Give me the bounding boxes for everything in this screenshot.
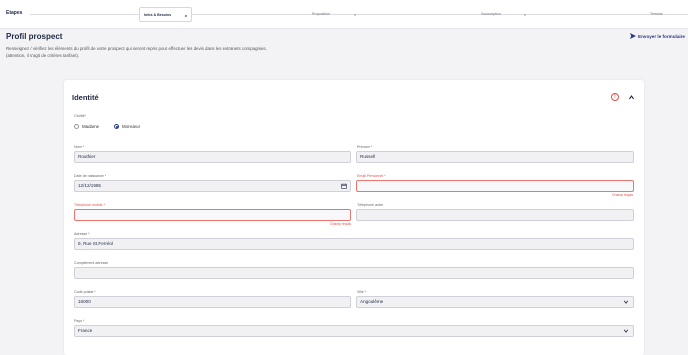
- step-termine[interactable]: Terminé: [646, 7, 688, 22]
- pays-select[interactable]: France: [74, 325, 634, 337]
- send-form-button[interactable]: Envoyer le formulaire: [630, 33, 685, 39]
- step-label: Proposition: [312, 12, 330, 16]
- close-icon[interactable]: x: [354, 7, 356, 22]
- stepper-bar: Etapes Infos & Besoins x Proposition x S…: [0, 0, 688, 29]
- adresse-field[interactable]: 9, Rue St.Ferréol: [74, 238, 634, 250]
- identity-card: Identité ! Civilité* Madame Monsieur Nom…: [64, 80, 644, 355]
- radio-monsieur[interactable]: Monsieur: [114, 124, 140, 129]
- close-icon[interactable]: x: [524, 7, 526, 22]
- step-label: Souscription: [481, 12, 501, 16]
- email-label: Email Personnel *: [357, 174, 386, 178]
- radio-madame-label: Madame: [82, 124, 100, 129]
- adresse-label: Adresse *: [74, 232, 90, 236]
- pays-label: Pays *: [74, 319, 85, 323]
- tel-mobile-error: Champ requis: [330, 222, 352, 226]
- date-naissance-label: Date de naissance *: [74, 174, 107, 178]
- step-label: Infos & Besoins: [144, 13, 172, 17]
- ville-select[interactable]: Angoulême: [356, 296, 634, 308]
- chevron-down-icon[interactable]: [623, 328, 629, 334]
- step-souscription[interactable]: Souscription x: [477, 7, 530, 22]
- civilite-label: Civilité*: [74, 114, 86, 118]
- date-naissance-value: 12/12/1985: [78, 183, 101, 188]
- step-proposition[interactable]: Proposition x: [308, 7, 360, 22]
- nom-label: Nom *: [74, 145, 84, 149]
- send-form-label: Envoyer le formulaire: [638, 33, 685, 39]
- chevron-up-icon[interactable]: [628, 94, 635, 101]
- step-label: Terminé: [650, 12, 663, 16]
- pays-value: France: [78, 328, 93, 333]
- step-infos-besoins[interactable]: Infos & Besoins x: [139, 7, 192, 22]
- card-title: Identité: [72, 93, 99, 102]
- chevron-down-icon[interactable]: [623, 299, 629, 305]
- complement-field[interactable]: [74, 267, 634, 279]
- radio-dot: [74, 124, 79, 129]
- radio-dot-selected: [114, 124, 119, 129]
- tel-autre-field[interactable]: [356, 209, 634, 221]
- calendar-icon[interactable]: [341, 183, 347, 189]
- ville-value: Angoulême: [360, 299, 384, 304]
- code-postal-field[interactable]: 16000: [74, 296, 351, 308]
- email-field[interactable]: [356, 180, 634, 192]
- alert-icon: !: [611, 93, 619, 101]
- page-title: Profil prospect: [6, 32, 63, 41]
- stepper-label: Etapes: [6, 10, 23, 16]
- send-icon: [630, 33, 637, 39]
- email-error: Champ requis: [612, 193, 634, 197]
- close-icon[interactable]: x: [185, 8, 187, 23]
- tel-mobile-label: Téléphone mobile *: [74, 203, 105, 207]
- tel-autre-label: Téléphone autre: [357, 203, 384, 207]
- nom-field[interactable]: Routhier: [74, 151, 351, 163]
- ville-label: Ville *: [357, 290, 367, 294]
- intro-line-2: (attention, il s'agit de critères tarifa…: [6, 52, 80, 58]
- intro-text: Renseignez / vérifiez les éléments du pr…: [6, 46, 426, 59]
- prenom-field[interactable]: Russell: [356, 151, 634, 163]
- radio-madame[interactable]: Madame: [74, 124, 99, 129]
- tel-mobile-field[interactable]: [74, 209, 351, 221]
- radio-monsieur-label: Monsieur: [122, 124, 141, 129]
- code-postal-label: Code postal *: [74, 290, 96, 294]
- prenom-label: Prénom *: [357, 145, 372, 149]
- date-naissance-field[interactable]: 12/12/1985: [74, 180, 351, 192]
- complement-label: Complément adresse: [74, 261, 109, 265]
